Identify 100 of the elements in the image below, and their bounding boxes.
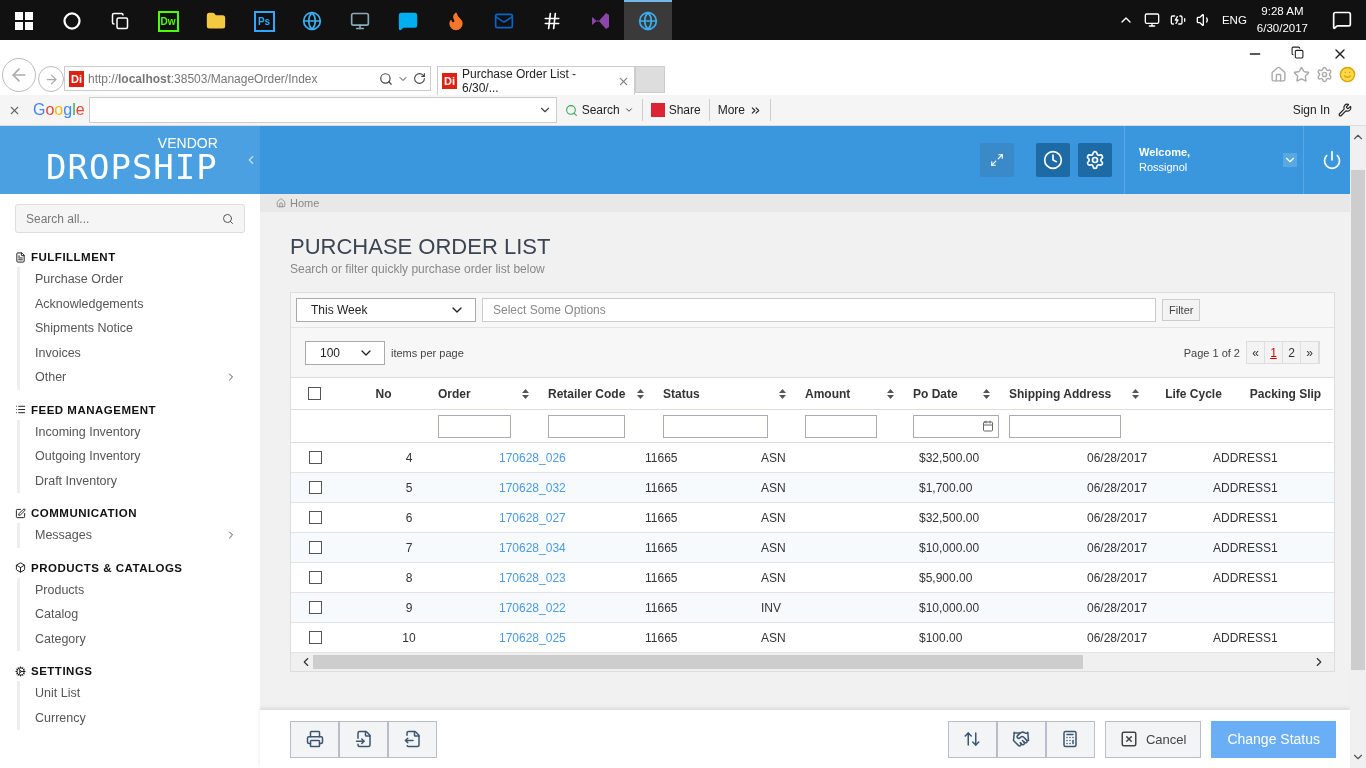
sort-icon[interactable]: [522, 388, 529, 399]
sidebar-item[interactable]: Invoices: [17, 340, 245, 365]
refresh-icon[interactable]: [413, 72, 426, 85]
windows-logo-icon[interactable]: [15, 12, 33, 30]
page-button[interactable]: 2: [1283, 342, 1301, 363]
row-checkbox[interactable]: [308, 541, 322, 554]
power-icon[interactable]: [1322, 150, 1342, 170]
table-cell-text: ASN: [760, 510, 786, 525]
battery-icon[interactable]: [1169, 12, 1186, 28]
app-tile[interactable]: Dw: [157, 10, 179, 32]
table-cell-text: 06/28/2017: [1086, 600, 1148, 615]
hash-icon[interactable]: [542, 11, 562, 31]
sort-icon[interactable]: [887, 388, 894, 399]
date-field[interactable]: [913, 414, 999, 438]
sort-icon[interactable]: [779, 388, 786, 399]
section-title: FULFILLMENT: [31, 251, 116, 263]
table-cell-text: 06/28/2017: [1086, 450, 1148, 465]
page-button[interactable]: «: [1247, 342, 1265, 363]
sign-in-button[interactable]: Sign In: [1284, 99, 1338, 121]
sidebar-item[interactable]: Acknowledgements: [17, 291, 245, 316]
notifications-icon[interactable]: [1332, 10, 1352, 30]
sidebar-item[interactable]: Unit List: [17, 681, 245, 706]
task-view-icon[interactable]: [111, 12, 129, 30]
sidebar-item[interactable]: Outgoing Inventory: [17, 444, 245, 469]
language-indicator[interactable]: ENG: [1221, 14, 1247, 26]
page-button[interactable]: »: [1301, 342, 1319, 363]
infinity-logo-icon[interactable]: [590, 11, 610, 31]
monitor-icon[interactable]: [350, 11, 370, 31]
transfer-button[interactable]: [947, 720, 997, 758]
search-field[interactable]: Search all...: [15, 204, 245, 233]
search-icon[interactable]: [379, 71, 393, 86]
table-cell-text: ADDRESS1: [1212, 510, 1278, 525]
sidebar-item[interactable]: Category: [17, 626, 245, 651]
filter-field[interactable]: [663, 414, 768, 438]
import-button[interactable]: [339, 720, 388, 758]
sort-icon[interactable]: [1132, 388, 1139, 399]
search-button[interactable]: Search: [556, 99, 643, 121]
chat-icon[interactable]: [398, 11, 418, 31]
section-title: FEED MANAGEMENT: [31, 403, 157, 416]
circle-icon[interactable]: [63, 12, 81, 30]
settings-button[interactable]: [1078, 143, 1112, 177]
folder-icon[interactable]: [206, 11, 226, 31]
table-cell-text: 06/28/2017: [1086, 570, 1148, 585]
network-icon[interactable]: [1143, 12, 1160, 28]
browser-icon[interactable]: [638, 11, 658, 31]
sidebar-item[interactable]: Draft Inventory: [17, 468, 245, 493]
per-page-select[interactable]: 100: [305, 340, 385, 365]
period-select[interactable]: This Week: [296, 298, 476, 322]
flame-icon[interactable]: [446, 11, 466, 31]
browser-icon[interactable]: [302, 11, 322, 31]
address-bar[interactable]: Di http://localhost:38503/ManageOrder/Index: [64, 66, 431, 91]
sidebar-item[interactable]: Shipments Notice: [17, 316, 245, 341]
app-tile[interactable]: Ps: [253, 10, 275, 32]
more-button[interactable]: More: [709, 99, 772, 121]
sidebar-item[interactable]: Catalog: [17, 602, 245, 627]
sidebar-item[interactable]: Products: [17, 577, 245, 602]
filter-field[interactable]: [438, 414, 511, 438]
horizontal-scrollbar[interactable]: [291, 653, 1334, 671]
sort-icon[interactable]: [983, 388, 990, 399]
row-checkbox[interactable]: [308, 631, 322, 644]
sidebar-item[interactable]: Purchase Order: [17, 267, 245, 292]
star-icon[interactable]: [1293, 66, 1310, 83]
per-page-label: items per page: [391, 346, 464, 359]
page-subtitle: Search or filter quickly purchase order list below: [290, 262, 546, 276]
clock-time: 9:28 AM: [1261, 4, 1304, 19]
filter-field[interactable]: [548, 414, 625, 438]
handshake-button[interactable]: [996, 720, 1046, 758]
row-checkbox[interactable]: [308, 451, 322, 464]
options-field[interactable]: Select Some Options: [482, 298, 1156, 322]
row-checkbox[interactable]: [308, 601, 322, 614]
table-cell-text: 11665: [644, 600, 678, 615]
clock-button[interactable]: [1036, 143, 1070, 177]
sidebar-item[interactable]: Incoming Inventory: [17, 419, 245, 444]
row-checkbox[interactable]: [308, 511, 322, 524]
table-cell-text: 11665: [644, 510, 678, 525]
sidebar-item[interactable]: Currency: [17, 705, 245, 730]
page-button[interactable]: 1: [1265, 342, 1283, 363]
filter-field[interactable]: [1009, 414, 1121, 438]
mail-icon[interactable]: [494, 11, 514, 31]
export-button[interactable]: [388, 720, 437, 758]
sort-icon[interactable]: [637, 388, 644, 399]
table-cell-text: $100.00: [918, 630, 963, 645]
table-cell-text: ASN: [760, 630, 786, 645]
row-checkbox[interactable]: [308, 481, 322, 494]
filter-field[interactable]: [805, 414, 877, 438]
cancel-button[interactable]: Cancel: [1104, 720, 1202, 758]
invoice-button[interactable]: [1045, 720, 1095, 758]
restore-icon[interactable]: [1291, 46, 1304, 59]
share-button[interactable]: Share: [642, 99, 710, 121]
select-all-checkbox[interactable]: [308, 387, 321, 400]
sidebar-item[interactable]: Messages: [17, 523, 245, 548]
google-search-field[interactable]: [88, 97, 557, 123]
section-title: PRODUCTS & CATALOGS: [31, 561, 183, 574]
row-checkbox[interactable]: [308, 571, 322, 584]
print-button[interactable]: [290, 720, 339, 758]
table-cell-text: $32,500.00: [918, 450, 980, 465]
table-cell-text: $5,900.00: [918, 570, 973, 585]
filter-button[interactable]: Filter: [1162, 299, 1201, 321]
wrench-icon[interactable]: [1338, 103, 1352, 117]
sidebar-item[interactable]: Other: [17, 365, 245, 390]
